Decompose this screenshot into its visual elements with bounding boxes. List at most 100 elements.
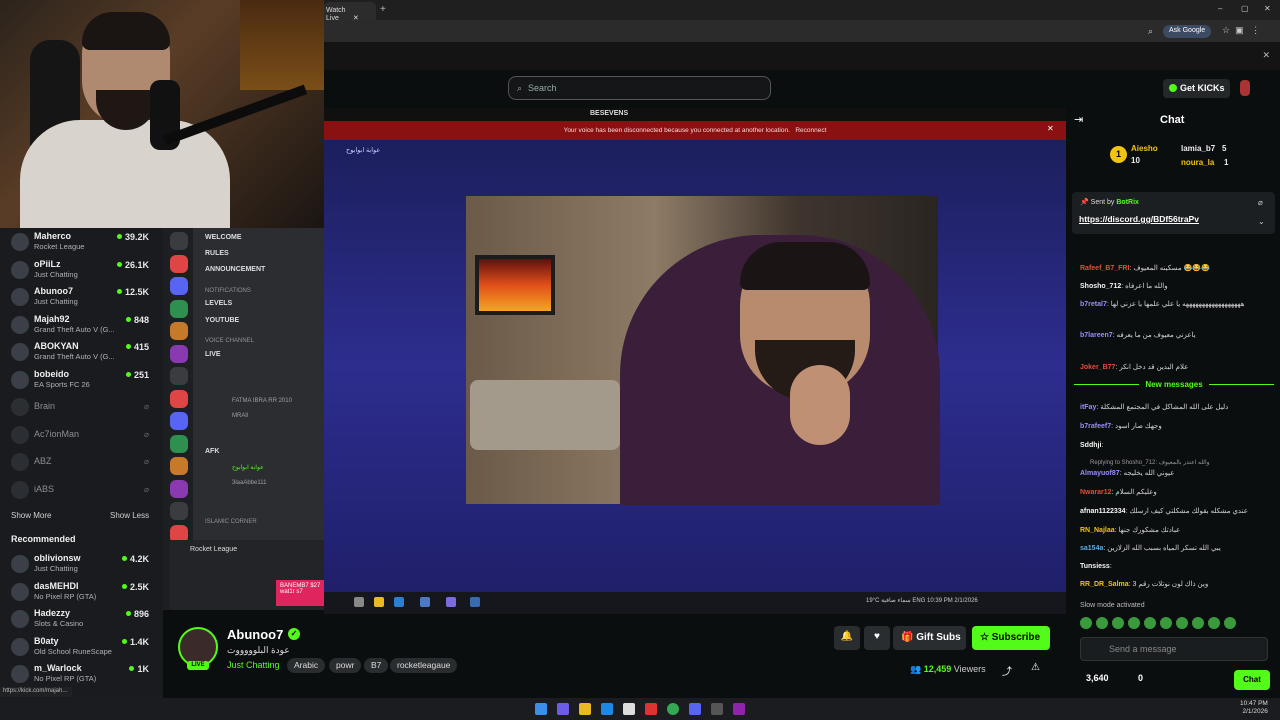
terminal-icon[interactable] [711, 703, 723, 715]
discord-channel-welcome[interactable]: WELCOME [205, 234, 242, 241]
emote-icon[interactable] [1080, 617, 1092, 629]
chat-username[interactable]: itFay [1080, 404, 1096, 411]
top-gifter-name[interactable]: Aiesho [1131, 144, 1158, 153]
gift-subs-button[interactable]: 🎁 Gift Subs [893, 626, 966, 650]
pinned-link[interactable]: https://discord.gg/BDf56traPv [1079, 214, 1199, 224]
chat-message[interactable]: Shosho_712: والله ما اعرفاه [1080, 282, 1270, 291]
stream-tag[interactable]: B7 [364, 658, 389, 673]
collapse-chat-icon[interactable]: ⇥ [1074, 113, 1083, 126]
discord-channel-youtube[interactable]: YOUTUBE [205, 317, 239, 324]
maximize-button[interactable]: ▢ [1241, 4, 1249, 13]
reconnect-link[interactable]: Reconnect [795, 127, 826, 134]
chat-message[interactable]: RN_Najlaa: عبادتك مشكورك جنها [1080, 526, 1270, 535]
emote-icon[interactable] [1144, 617, 1156, 629]
app-icon[interactable] [645, 703, 657, 715]
chat-message[interactable]: Almayuof87: عيوني الله يخليجه [1080, 469, 1270, 478]
stream-tag[interactable]: powr [329, 658, 362, 673]
get-kicks-button[interactable]: Get KICKs [1163, 79, 1230, 98]
discord-channel-afk[interactable]: AFK [205, 448, 219, 455]
user-avatar[interactable] [1240, 80, 1250, 96]
discord-server-icon[interactable] [170, 479, 188, 498]
chat-username[interactable]: Sddhji [1080, 442, 1101, 449]
chat-username[interactable]: Rafeef_B7_FRI [1080, 265, 1129, 272]
discord-channel-live[interactable]: LIVE [205, 351, 221, 358]
kicks-balance[interactable]: 3,640 [1086, 673, 1109, 683]
show-more-link[interactable]: Show More [11, 511, 51, 520]
discord-channel-levels[interactable]: LEVELS [205, 300, 232, 307]
discord-server-icon[interactable] [170, 322, 188, 340]
emote-icon[interactable] [1112, 617, 1124, 629]
show-less-link[interactable]: Show Less [110, 511, 149, 520]
share-icon[interactable]: ⤴ [1002, 663, 1012, 678]
follow-heart-button[interactable]: ♥ [864, 626, 890, 650]
top-gifter-name[interactable]: noura_la [1181, 158, 1214, 167]
chat-message[interactable]: afnan1122334: عندي مشكله بقولك مشكلتي كي… [1080, 507, 1270, 516]
chat-username[interactable]: Nwarar12 [1080, 489, 1112, 496]
close-icon[interactable]: ✕ [1047, 124, 1054, 133]
emote-icon[interactable] [1224, 617, 1236, 629]
system-clock[interactable]: 10:47 PM 2/1/2026 [1240, 700, 1268, 716]
chat-input[interactable]: Send a message [1080, 637, 1268, 661]
chrome-icon[interactable] [667, 703, 679, 715]
sub-balance[interactable]: 0 [1138, 673, 1143, 683]
discord-server-icon[interactable] [170, 502, 188, 520]
chat-username[interactable]: b7lareen7 [1080, 332, 1113, 339]
chat-send-button[interactable]: Chat [1234, 670, 1270, 690]
discord-icon[interactable] [689, 703, 701, 715]
chat-username[interactable]: Tunsiess [1080, 563, 1110, 570]
discord-server-icon[interactable] [170, 277, 188, 295]
unpin-icon[interactable]: ⌀ [1258, 198, 1263, 207]
ask-google-button[interactable]: Ask Google [1163, 25, 1212, 38]
next-app-icon[interactable] [733, 703, 745, 715]
discord-server-icon[interactable] [170, 457, 188, 475]
channel-name[interactable]: Abunoo7 [227, 627, 283, 642]
chat-username[interactable]: sa154a [1080, 545, 1103, 552]
chat-message[interactable]: b7lareen7: ياعزني معيوف من ما يعرفه [1080, 331, 1270, 340]
sidebar-channel-offline[interactable]: Brain ⌀ [0, 393, 163, 420]
sidebar-channel-abokyan[interactable]: ABOKYAN Grand Theft Auto V (G... 415 [0, 338, 163, 365]
notification-bell-button[interactable]: 🔔 [834, 626, 860, 650]
bookmark-star-icon[interactable]: ☆ ▣ ⋮ [1222, 25, 1260, 36]
close-icon[interactable]: ✕ [1262, 50, 1270, 61]
chat-message[interactable]: Sddhji: [1080, 441, 1270, 450]
sidebar-channel-dasmehdi[interactable]: dasMEHDI No Pixel RP (GTA) 2.5K [0, 578, 163, 605]
stream-category[interactable]: Just Chatting [227, 660, 280, 670]
subscribe-button[interactable]: ☆ Subscribe [972, 626, 1050, 650]
sidebar-channel-oblivionsw[interactable]: oblivionsw Just Chatting 4.2K [0, 550, 163, 577]
discord-channel-rules[interactable]: RULES [205, 250, 229, 257]
discord-server-icon[interactable] [170, 299, 188, 318]
browser-tab[interactable]: Watch Live ✕ [324, 2, 376, 22]
emote-icon[interactable] [1096, 617, 1108, 629]
chat-message[interactable]: b7rafeef7: وجهك صار اسود [1080, 422, 1270, 431]
chat-message[interactable]: Joker_B77: علام البدين قد دخل انكر [1080, 363, 1270, 372]
chat-message[interactable]: b7retal7: ههههههههههههههههههه يا علي علم… [1080, 300, 1270, 309]
discord-server-icon[interactable] [170, 367, 188, 385]
sidebar-channel-b0aty[interactable]: B0aty Old School RuneScape 1.4K [0, 633, 163, 660]
chat-username[interactable]: b7rafeef7 [1080, 423, 1111, 430]
emote-icon[interactable] [1208, 617, 1220, 629]
sidebar-channel-maherco[interactable]: Maherco Rocket League 39.2K [0, 228, 163, 255]
chevron-down-icon[interactable]: ⌄ [1258, 217, 1265, 226]
discord-server-icon[interactable] [170, 434, 188, 453]
sidebar-channel-m_warlock[interactable]: m_Warlock No Pixel RP (GTA) 1K [0, 660, 163, 687]
new-tab-button[interactable]: + [380, 4, 386, 15]
sidebar-channel-offline[interactable]: Ac7ionMan ⌀ [0, 421, 163, 448]
chat-username[interactable]: Joker_B77 [1080, 364, 1115, 371]
address-bar[interactable] [324, 20, 1280, 42]
chat-message[interactable]: Rafeef_B7_FRI: مسكينه المعيوف 😂😂😂 [1080, 264, 1270, 273]
stream-tag[interactable]: rocketleagaue [390, 658, 458, 673]
sidebar-channel-majah92[interactable]: Majah92 Grand Theft Auto V (G... 848 [0, 311, 163, 338]
edge-icon[interactable] [601, 703, 613, 715]
sidebar-channel-hadezzy[interactable]: Hadezzy Slots & Casino 896 [0, 605, 163, 632]
chat-username[interactable]: Shosho_712 [1080, 283, 1121, 290]
quick-emote-bar[interactable] [1080, 616, 1270, 632]
report-icon[interactable]: ⚠ [1031, 662, 1040, 673]
close-window-button[interactable]: ✕ [1264, 4, 1271, 13]
emote-icon[interactable] [1160, 617, 1172, 629]
discord-channel-announcement[interactable]: ANNOUNCEMENT [205, 266, 265, 273]
sidebar-channel-abunoo7[interactable]: Abunoo7 Just Chatting 12.5K [0, 283, 163, 310]
sidebar-channel-opiilz[interactable]: oPiiLz Just Chatting 26.1K [0, 256, 163, 283]
chat-username[interactable]: RN_Najlaa [1080, 527, 1115, 534]
file-explorer-icon[interactable] [579, 703, 591, 715]
emote-icon[interactable] [1128, 617, 1140, 629]
